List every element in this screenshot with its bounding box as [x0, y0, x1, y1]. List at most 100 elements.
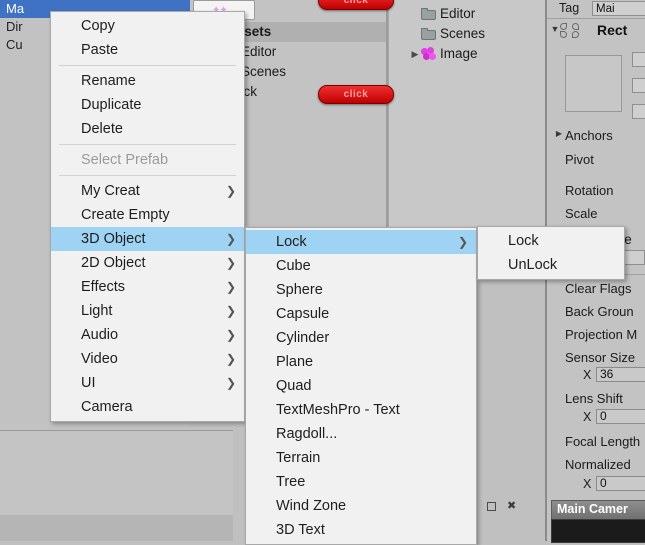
- menu-item-light[interactable]: Light ❯: [51, 299, 244, 323]
- submenu-lock-item-lock[interactable]: Lock: [478, 229, 624, 253]
- menu-item-audio[interactable]: Audio ❯: [51, 323, 244, 347]
- submenu-3d-item-lock[interactable]: Lock ❯: [246, 230, 476, 254]
- project-asset-item-label: Editor: [440, 6, 476, 21]
- menu-item-label: UI: [81, 375, 96, 391]
- project-asset-item-1[interactable]: ▶ Scenes: [403, 24, 546, 44]
- submenu-3d-item-quad[interactable]: Quad: [246, 374, 476, 398]
- normalized-x-field[interactable]: 0: [596, 476, 645, 491]
- project-asset-item-0[interactable]: ▶ Editor: [403, 4, 546, 24]
- menu-item-label: 3D Text: [276, 522, 325, 538]
- chevron-right-icon: ❯: [225, 256, 236, 270]
- tag-label: Tag: [559, 1, 580, 15]
- submenu-3d-item-cylinder[interactable]: Cylinder: [246, 326, 476, 350]
- rect-transform-header[interactable]: ▼ Rect: [547, 20, 645, 42]
- menu-item-3d-object[interactable]: 3D Object ❯: [51, 227, 244, 251]
- menu-item-label: TextMeshPro - Text: [276, 402, 400, 418]
- menu-item-label: Wind Zone: [276, 498, 347, 514]
- menu-item-2d-object[interactable]: 2D Object ❯: [51, 251, 244, 275]
- menu-item-delete[interactable]: Delete: [51, 117, 244, 141]
- menu-item-duplicate[interactable]: Duplicate: [51, 93, 244, 117]
- submenu-3d-item-capsule[interactable]: Capsule: [246, 302, 476, 326]
- settings-icon[interactable]: ✖: [507, 501, 516, 512]
- menu-item-label: Lock: [508, 233, 539, 249]
- submenu-3d-item-terrain[interactable]: Terrain: [246, 446, 476, 470]
- submenu-3d-item-textmeshpro-text[interactable]: TextMeshPro - Text: [246, 398, 476, 422]
- inspector-row-label: Rotation: [565, 183, 614, 198]
- submenu-3d-item-cube[interactable]: Cube: [246, 254, 476, 278]
- inspector-row-scale: Scale: [565, 206, 598, 221]
- background-label: Back Groun: [565, 304, 634, 319]
- context-menu-root[interactable]: Copy Paste Rename Duplicate Delete Select Pre…: [50, 11, 245, 422]
- chevron-right-icon: ❯: [225, 184, 236, 198]
- submenu-3d-item-wind-zone[interactable]: Wind Zone: [246, 494, 476, 518]
- inspector-divider: [547, 18, 645, 19]
- menu-item-camera[interactable]: Camera: [51, 395, 244, 419]
- camera-preview-image: [551, 519, 645, 543]
- chevron-right-icon: ❯: [457, 235, 468, 249]
- camera-preview-title-bar: Main Camer: [551, 500, 645, 521]
- tree-spacer: ▶: [409, 4, 421, 24]
- menu-item-label: Quad: [276, 378, 312, 394]
- folder-icon: [421, 8, 436, 20]
- menu-item-create-empty[interactable]: Create Empty: [51, 203, 244, 227]
- project-tree-item-label: Editor: [241, 44, 277, 59]
- submenu-lock[interactable]: Lock UnLock: [477, 226, 625, 280]
- rect-pos-y-field[interactable]: [632, 78, 645, 93]
- submenu-3d-item-3d-text[interactable]: 3D Text: [246, 518, 476, 542]
- lens-shift-x-field[interactable]: 0: [596, 409, 645, 424]
- menu-item-my-creat[interactable]: My Creat ❯: [51, 179, 244, 203]
- menu-item-copy[interactable]: Copy: [51, 14, 244, 38]
- menu-item-label: Ragdoll...: [276, 426, 338, 442]
- chevron-right-icon[interactable]: ▶: [553, 129, 565, 138]
- maximize-icon[interactable]: [487, 502, 496, 511]
- window-controls[interactable]: ✖: [487, 500, 527, 514]
- menu-item-select-prefab: Select Prefab: [51, 148, 244, 172]
- chevron-right-icon[interactable]: ▶: [409, 44, 421, 64]
- focal-length-label: Focal Length: [565, 434, 641, 449]
- camera-preview-title: Main Camer: [557, 502, 628, 516]
- inspector-row-anchors[interactable]: ▶ Anchors: [556, 128, 613, 143]
- menu-item-label: Create Empty: [81, 207, 170, 223]
- menu-item-label: Light: [81, 303, 113, 319]
- menu-item-label: Sphere: [276, 282, 323, 298]
- sensor-size-x-axis: X: [583, 368, 592, 382]
- submenu-lock-item-unlock[interactable]: UnLock: [478, 253, 624, 277]
- menu-item-label: Paste: [81, 42, 119, 58]
- click-badge-packages: click: [318, 85, 394, 104]
- project-asset-item-2[interactable]: ▶ Image: [403, 44, 546, 64]
- menu-item-effects[interactable]: Effects ❯: [51, 275, 244, 299]
- menu-item-label: Cube: [276, 258, 311, 274]
- menu-item-separator: [59, 144, 236, 145]
- project-asset-item-label: Image: [440, 46, 478, 61]
- project-tree-item-label: Scenes: [241, 64, 287, 79]
- rect-pos-x-field[interactable]: [632, 52, 645, 67]
- clear-flags-label: Clear Flags: [565, 281, 632, 296]
- click-badge-top: click: [318, 0, 394, 10]
- menu-item-paste[interactable]: Paste: [51, 38, 244, 62]
- menu-item-label: UnLock: [508, 257, 558, 273]
- menu-item-video[interactable]: Video ❯: [51, 347, 244, 371]
- rect-pos-z-field[interactable]: [632, 104, 645, 119]
- menu-item-label: Copy: [81, 18, 115, 34]
- normalized-label: Normalized: [565, 457, 631, 472]
- menu-item-rename[interactable]: Rename: [51, 69, 244, 93]
- menu-item-label: Video: [81, 351, 118, 367]
- menu-item-label: Audio: [81, 327, 119, 343]
- submenu-3d-item-tree[interactable]: Tree: [246, 470, 476, 494]
- projection-label: Projection M: [565, 327, 638, 342]
- sensor-size-x-field[interactable]: 36: [596, 367, 645, 382]
- submenu-3d-item-plane[interactable]: Plane: [246, 350, 476, 374]
- menu-item-ui[interactable]: UI ❯: [51, 371, 244, 395]
- anchor-preset-box[interactable]: [565, 55, 622, 112]
- submenu-3d-item-ragdoll[interactable]: Ragdoll...: [246, 422, 476, 446]
- lens-shift-label: Lens Shift: [565, 391, 623, 406]
- inspector-row-label: Anchors: [565, 128, 613, 143]
- menu-item-label: Delete: [81, 121, 123, 137]
- chevron-right-icon: ❯: [225, 328, 236, 342]
- tag-dropdown[interactable]: Mai: [592, 1, 645, 16]
- menu-item-label: Plane: [276, 354, 314, 370]
- menu-item-separator: [59, 175, 236, 176]
- submenu-3d-item-sphere[interactable]: Sphere: [246, 278, 476, 302]
- submenu-3d-object[interactable]: Lock ❯ Cube Sphere Capsule Cylinder Plane Quad T…: [245, 227, 477, 545]
- menu-item-label: Terrain: [276, 450, 321, 466]
